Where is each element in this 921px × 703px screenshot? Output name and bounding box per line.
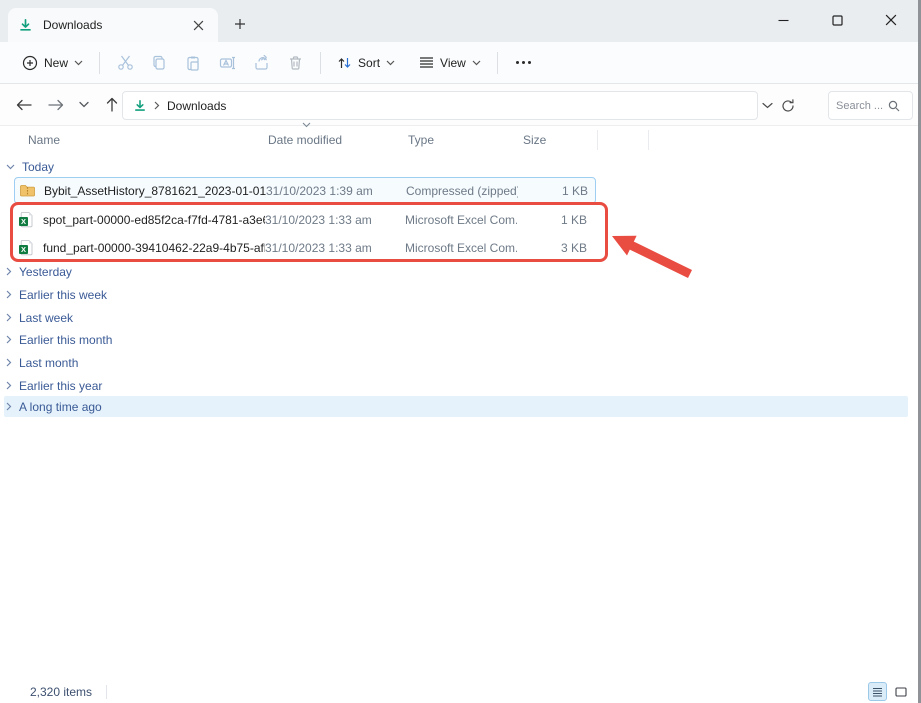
- recent-locations-chevron[interactable]: [70, 91, 98, 119]
- circle-plus-icon: [22, 55, 38, 71]
- status-bar: 2,320 items: [0, 680, 918, 703]
- chevron-right-icon: [6, 290, 12, 299]
- tab-title: Downloads: [43, 18, 188, 32]
- search-input[interactable]: [836, 100, 888, 112]
- address-dropdown-chevron[interactable]: [762, 102, 773, 109]
- group-label: Earlier this year: [19, 379, 102, 393]
- file-date: 31/10/2023 1:39 am: [266, 184, 406, 198]
- column-type[interactable]: Type: [408, 133, 434, 147]
- group-header-a-long-time-ago[interactable]: A long time ago: [6, 396, 102, 417]
- view-button[interactable]: View: [411, 50, 489, 76]
- rename-button[interactable]: [210, 49, 244, 77]
- annotation-arrow: [602, 222, 697, 284]
- toolbar-separator: [99, 52, 100, 74]
- group-label: Last week: [19, 311, 73, 325]
- details-view-button[interactable]: [868, 682, 887, 701]
- search-box[interactable]: [828, 91, 913, 120]
- file-name[interactable]: Bybit_AssetHistory_8781621_2023-01-01_20…: [44, 184, 266, 198]
- chevron-right-icon: [6, 381, 12, 390]
- close-window-button[interactable]: [878, 7, 904, 33]
- items-count: 2,320 items: [30, 685, 92, 699]
- large-thumbnails-view-button[interactable]: [891, 682, 910, 701]
- command-toolbar: New: [0, 42, 918, 84]
- group-header-today[interactable]: Today: [6, 156, 54, 177]
- view-button-label: View: [440, 56, 466, 70]
- group-label: Earlier this week: [19, 288, 107, 302]
- group-label: Earlier this month: [19, 333, 112, 347]
- more-options-button[interactable]: [506, 61, 541, 64]
- titlebar: Downloads: [0, 0, 918, 42]
- group-header-earlier-this-month[interactable]: Earlier this month: [6, 329, 112, 350]
- sort-button-label: Sort: [358, 56, 380, 70]
- download-icon: [18, 18, 33, 33]
- column-size[interactable]: Size: [523, 133, 546, 147]
- chevron-right-icon: [6, 267, 12, 276]
- toolbar-separator: [497, 52, 498, 74]
- maximize-button[interactable]: [824, 7, 850, 33]
- tab-close-icon[interactable]: [188, 15, 208, 35]
- group-label: Yesterday: [19, 265, 72, 279]
- chevron-right-icon: [6, 358, 12, 367]
- search-icon: [888, 100, 900, 112]
- address-bar: Downloads: [0, 84, 918, 126]
- chevron-right-icon: [6, 313, 12, 322]
- group-header-yesterday[interactable]: Yesterday: [6, 261, 72, 282]
- delete-button[interactable]: [278, 49, 312, 77]
- back-button[interactable]: [10, 91, 38, 119]
- breadcrumb[interactable]: Downloads: [122, 91, 758, 120]
- chevron-down-icon: [472, 60, 481, 66]
- file-explorer-window: Downloads New: [0, 0, 921, 703]
- copy-button[interactable]: [142, 49, 176, 77]
- new-tab-button[interactable]: [228, 12, 252, 36]
- group-header-last-week[interactable]: Last week: [6, 307, 73, 328]
- file-row-zip[interactable]: Bybit_AssetHistory_8781621_2023-01-01_20…: [14, 177, 596, 204]
- cut-button[interactable]: [108, 49, 142, 77]
- new-button-label: New: [44, 56, 68, 70]
- sort-arrows-icon: [337, 56, 352, 70]
- toolbar-separator: [320, 52, 321, 74]
- status-separator: [106, 685, 107, 699]
- file-size: 1 KB: [518, 184, 588, 198]
- group-label: Today: [22, 160, 54, 174]
- sort-button[interactable]: Sort: [329, 50, 403, 76]
- group-header-last-month[interactable]: Last month: [6, 352, 78, 373]
- download-icon: [133, 99, 147, 113]
- chevron-down-icon: [74, 60, 83, 66]
- group-label: Last month: [19, 356, 78, 370]
- sort-direction-chevron-icon: [302, 122, 311, 128]
- chevron-right-icon: [6, 335, 12, 344]
- column-name[interactable]: Name: [28, 133, 60, 147]
- breadcrumb-location[interactable]: Downloads: [167, 99, 226, 113]
- minimize-button[interactable]: [770, 7, 796, 33]
- column-date-modified[interactable]: Date modified: [268, 133, 342, 147]
- new-button[interactable]: New: [14, 49, 91, 77]
- column-separator[interactable]: [597, 130, 598, 150]
- breadcrumb-chevron-icon: [154, 101, 160, 110]
- column-separator[interactable]: [648, 130, 649, 150]
- paste-button[interactable]: [176, 49, 210, 77]
- tab-downloads[interactable]: Downloads: [8, 8, 218, 42]
- chevron-down-icon: [6, 164, 15, 170]
- group-label: A long time ago: [19, 400, 102, 414]
- group-header-earlier-this-year[interactable]: Earlier this year: [6, 375, 102, 396]
- zip-file-icon: [19, 182, 36, 199]
- window-controls: [770, 0, 904, 40]
- group-header-earlier-this-week[interactable]: Earlier this week: [6, 284, 107, 305]
- annotation-highlight-box: [10, 202, 608, 262]
- share-button[interactable]: [244, 49, 278, 77]
- file-type: Compressed (zipped)...: [406, 184, 518, 198]
- forward-button[interactable]: [42, 91, 70, 119]
- group-highlight: [4, 396, 908, 417]
- chevron-right-icon: [6, 402, 12, 411]
- refresh-icon[interactable]: [781, 99, 795, 113]
- column-header-row: Name Date modified Type Size: [0, 128, 918, 154]
- chevron-down-icon: [386, 60, 395, 66]
- view-lines-icon: [419, 56, 434, 69]
